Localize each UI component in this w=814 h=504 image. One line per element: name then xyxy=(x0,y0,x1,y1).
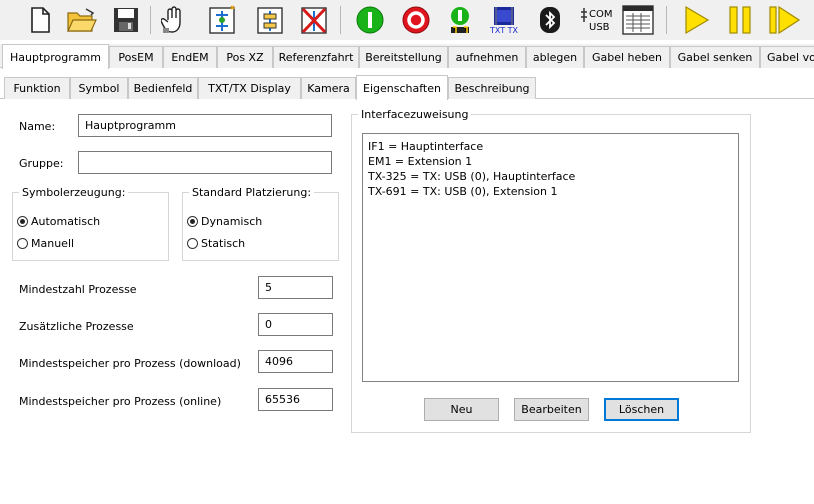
txt-tx-label: TXT TX xyxy=(489,25,519,35)
toolbar-separator xyxy=(666,6,667,34)
tab-ablegen[interactable]: ablegen xyxy=(526,46,584,68)
tab-gabel-senken[interactable]: Gabel senken xyxy=(670,46,760,68)
mindestzahl-prozesse-input[interactable]: 5 xyxy=(258,276,333,299)
radio-automatisch-label: Automatisch xyxy=(31,215,101,228)
com-usb-icon[interactable]: COM USB xyxy=(580,4,616,36)
bluetooth-icon[interactable] xyxy=(534,4,566,36)
speicher-download-label: Mindestspeicher pro Prozess (download) xyxy=(19,357,241,370)
name-input[interactable]: Hauptprogramm xyxy=(78,114,332,137)
stop-red-icon[interactable] xyxy=(400,4,432,36)
program-tab-bar: Hauptprogramm PosEM EndEM Pos XZ Referen… xyxy=(0,44,814,69)
radio-statisch-indicator[interactable] xyxy=(187,238,198,249)
radio-dynamisch[interactable]: Dynamisch xyxy=(187,215,262,228)
speicher-download-input[interactable]: 4096 xyxy=(258,350,333,373)
toolbar-separator xyxy=(150,6,151,34)
tab-hauptprogramm[interactable]: Hauptprogramm xyxy=(2,44,109,69)
save-icon[interactable] xyxy=(110,4,142,36)
tab-gabel-heben[interactable]: Gabel heben xyxy=(584,46,670,68)
new-file-icon[interactable] xyxy=(24,4,56,36)
gruppe-label: Gruppe: xyxy=(19,157,64,170)
flowchart-add-icon[interactable] xyxy=(206,4,238,36)
gruppe-input[interactable] xyxy=(78,151,332,174)
window-table-icon[interactable] xyxy=(622,4,654,36)
radio-automatisch[interactable]: Automatisch xyxy=(17,215,100,228)
tab-symbol[interactable]: Symbol xyxy=(70,77,128,99)
zusaetzliche-prozesse-input[interactable]: 0 xyxy=(258,313,333,336)
interfacezuweisung-legend: Interfacezuweisung xyxy=(361,108,469,121)
symbolerzeugung-legend: Symbolerzeugung: xyxy=(22,186,126,199)
radio-statisch-label: Statisch xyxy=(201,237,246,250)
hand-tool-icon[interactable] xyxy=(158,4,190,36)
radio-manuell-indicator[interactable] xyxy=(17,238,28,249)
list-item[interactable]: IF1 = Hauptinterface xyxy=(368,139,733,154)
tab-pos-xz[interactable]: Pos XZ xyxy=(217,46,273,68)
radio-automatisch-indicator[interactable] xyxy=(17,216,28,227)
tab-kamera[interactable]: Kamera xyxy=(301,77,356,99)
start-green-icon[interactable] xyxy=(354,4,386,36)
play-icon[interactable] xyxy=(680,4,712,36)
radio-manuell[interactable]: Manuell xyxy=(17,237,74,250)
tab-aufnehmen[interactable]: aufnehmen xyxy=(448,46,526,68)
toolbar-separator xyxy=(340,6,341,34)
flowchart-delete-icon[interactable] xyxy=(298,4,330,36)
flowchart-icon[interactable] xyxy=(254,4,286,36)
tab-bedienfeld[interactable]: Bedienfeld xyxy=(128,77,198,99)
tab-funktion[interactable]: Funktion xyxy=(4,77,70,99)
tab-txt-tx-display[interactable]: TXT/TX Display xyxy=(198,77,301,99)
radio-dynamisch-label: Dynamisch xyxy=(201,215,263,228)
tab-posem[interactable]: PosEM xyxy=(109,46,163,68)
bearbeiten-button[interactable]: Bearbeiten xyxy=(514,398,589,421)
radio-statisch[interactable]: Statisch xyxy=(187,237,245,250)
step-forward-icon[interactable] xyxy=(768,4,800,36)
platzierung-legend: Standard Platzierung: xyxy=(192,186,312,199)
com-label: COM xyxy=(589,9,613,20)
toolbar: TXT TX COM USB xyxy=(0,0,814,40)
tab-gabel-vor[interactable]: Gabel vo xyxy=(760,46,814,68)
txt-tx-icon[interactable]: TXT TX xyxy=(488,4,520,36)
radio-manuell-label: Manuell xyxy=(31,237,75,250)
sub-tab-bar: Funktion Symbol Bedienfeld TXT/TX Displa… xyxy=(0,75,814,100)
loeschen-button[interactable]: Löschen xyxy=(604,398,679,421)
open-folder-icon[interactable] xyxy=(66,4,98,36)
tab-eigenschaften[interactable]: Eigenschaften xyxy=(356,75,448,100)
tab-endem[interactable]: EndEM xyxy=(163,46,217,68)
mindestzahl-prozesse-label: Mindestzahl Prozesse xyxy=(19,283,137,296)
speicher-online-input[interactable]: 65536 xyxy=(258,388,333,411)
list-item[interactable]: EM1 = Extension 1 xyxy=(368,154,733,169)
speicher-online-label: Mindestspeicher pro Prozess (online) xyxy=(19,395,222,408)
tab-referenzfahrt[interactable]: Referenzfahrt xyxy=(273,46,359,68)
interface-list[interactable]: IF1 = Hauptinterface EM1 = Extension 1 T… xyxy=(362,133,739,382)
run-step-icon[interactable] xyxy=(444,4,476,36)
list-item[interactable]: TX-691 = TX: USB (0), Extension 1 xyxy=(368,184,733,199)
usb-label: USB xyxy=(589,21,610,33)
zusaetzliche-prozesse-label: Zusätzliche Prozesse xyxy=(19,320,134,333)
name-label: Name: xyxy=(19,120,56,133)
tab-beschreibung[interactable]: Beschreibung xyxy=(448,77,536,99)
radio-dynamisch-indicator[interactable] xyxy=(187,216,198,227)
neu-button[interactable]: Neu xyxy=(424,398,499,421)
list-item[interactable]: TX-325 = TX: USB (0), Hauptinterface xyxy=(368,169,733,184)
pause-icon[interactable] xyxy=(724,4,756,36)
tab-bereitstellung[interactable]: Bereitstellung xyxy=(359,46,448,68)
